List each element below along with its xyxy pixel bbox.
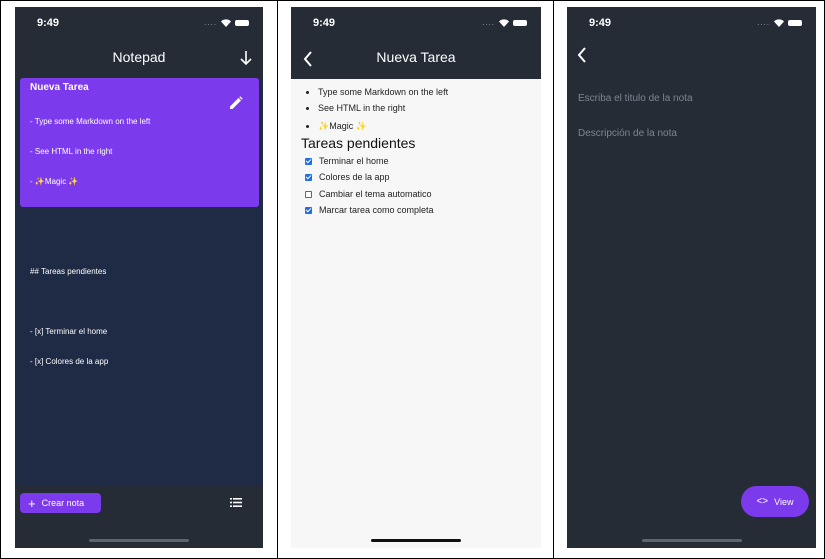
section-heading: Tareas pendientes — [301, 135, 416, 151]
note-description-input[interactable]: Descripción de la nota — [578, 128, 677, 139]
frame-divider — [553, 0, 554, 559]
note-preview-screen: 9:49 .... Nueva Tarea Type some Markdown… — [291, 7, 541, 548]
bullet-text: Type some Markdown on the left — [318, 87, 449, 97]
note-title-input[interactable]: Escriba el titulo de la nota — [578, 93, 693, 104]
battery-icon — [513, 19, 527, 26]
task-item: Terminar el home — [305, 156, 389, 166]
status-bar: 9:49 .... — [291, 7, 541, 39]
status-time: 9:49 — [313, 17, 336, 29]
signal-icon: .... — [757, 18, 770, 27]
app-title: Nueva Tarea — [376, 49, 456, 65]
note-line — [30, 297, 150, 307]
status-time: 9:49 — [589, 17, 612, 29]
note-card[interactable]: Nueva Tarea - Type some Markdown on the … — [20, 78, 259, 366]
checkbox-unchecked[interactable] — [305, 190, 312, 198]
sparkle-icon: ✨ — [318, 121, 330, 131]
create-note-label: Crear nota — [41, 498, 85, 508]
note-line: - ✨Magic ✨ — [30, 177, 79, 186]
wifi-icon — [499, 18, 509, 27]
bullet-text: Magic — [329, 121, 354, 131]
home-indicator — [371, 539, 461, 542]
checkbox-checked[interactable] — [305, 206, 312, 214]
note-line: - [x] Colores de la app — [30, 357, 109, 366]
status-time: 9:49 — [37, 17, 60, 29]
note-body: - Type some Markdown on the left - See H… — [30, 97, 150, 387]
task-item: Marcar tarea como completa — [305, 205, 434, 215]
list-icon[interactable] — [230, 498, 242, 507]
app-title: Notepad — [112, 49, 166, 65]
checkbox-checked[interactable] — [305, 157, 312, 165]
task-item: Cambiar el tema automatico — [305, 189, 432, 199]
edit-icon[interactable] — [229, 96, 243, 110]
note-line — [30, 207, 150, 217]
task-label: Cambiar el tema automatico — [319, 189, 432, 199]
wifi-icon — [774, 18, 784, 27]
frame-left-border — [0, 0, 1, 559]
task-label: Colores de la app — [319, 172, 390, 182]
note-editor-screen: 9:49 .... Escriba el titulo de la nota D… — [567, 7, 816, 548]
battery-icon — [788, 19, 802, 26]
view-button[interactable]: <> View — [741, 486, 809, 517]
frame-divider — [277, 0, 278, 559]
code-icon: <> — [756, 496, 769, 507]
wifi-icon — [221, 18, 231, 27]
arrow-down-icon[interactable] — [239, 50, 253, 66]
frame-top-border — [0, 0, 825, 1]
battery-icon — [235, 19, 249, 26]
plus-icon: + — [28, 495, 36, 511]
home-indicator — [641, 539, 742, 542]
status-icons: .... — [204, 18, 249, 27]
note-line — [30, 237, 150, 247]
signal-icon: .... — [482, 18, 495, 27]
task-label: Marcar tarea como completa — [319, 205, 434, 215]
bullet-item: See HTML in the right — [306, 103, 405, 113]
note-line: - Type some Markdown on the left — [30, 117, 151, 126]
app-bar: Notepad — [15, 39, 263, 79]
status-bar: 9:49 .... — [567, 7, 816, 39]
note-line: - See HTML in the right — [30, 147, 113, 156]
bottom-bar: + Crear nota — [15, 486, 263, 548]
sparkle-icon: ✨ — [353, 121, 367, 131]
note-line: - [x] Terminar el home — [30, 327, 108, 336]
view-label: View — [774, 496, 794, 507]
notepad-list-screen: 9:49 .... Notepad Nueva Tarea - Type som… — [15, 7, 263, 548]
task-label: Terminar el home — [319, 156, 389, 166]
bullet-item: ✨Magic ✨ — [306, 121, 367, 132]
home-indicator — [89, 539, 189, 542]
status-icons: .... — [757, 18, 802, 27]
note-line: ## Tareas pendientes — [30, 267, 107, 276]
bullet-item: Type some Markdown on the left — [306, 87, 448, 97]
task-item: Colores de la app — [305, 172, 390, 182]
app-bar: Nueva Tarea — [291, 39, 541, 79]
create-note-button[interactable]: + Crear nota — [20, 493, 101, 513]
checkbox-checked[interactable] — [305, 173, 312, 181]
status-icons: .... — [482, 18, 527, 27]
bullet-text: See HTML in the right — [318, 103, 406, 113]
back-icon[interactable] — [577, 47, 587, 63]
signal-icon: .... — [204, 18, 217, 27]
note-title: Nueva Tarea — [30, 82, 89, 93]
status-bar: 9:49 .... — [15, 7, 263, 39]
